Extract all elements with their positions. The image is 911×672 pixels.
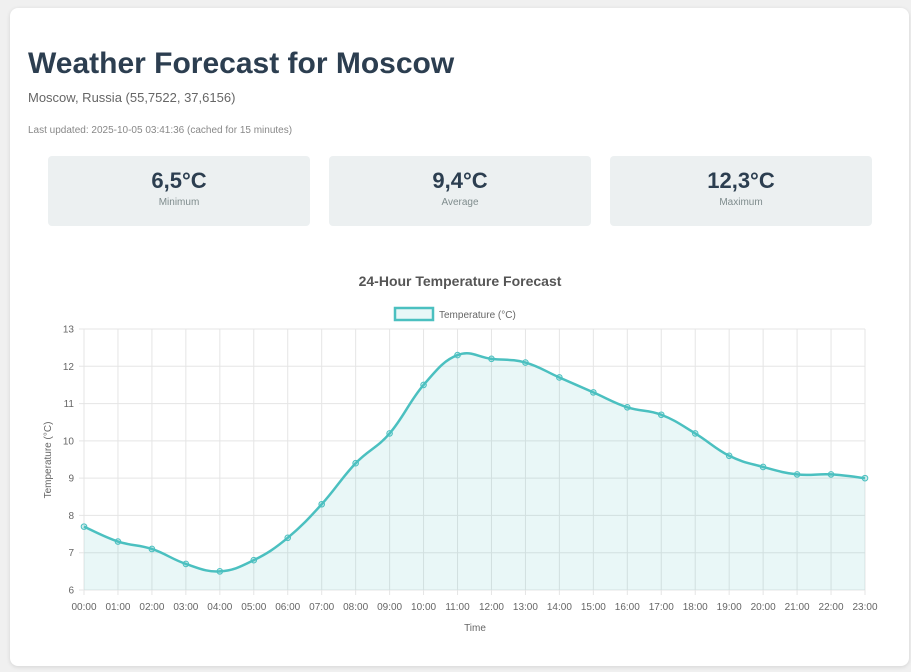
data-point-2000[interactable] [759,463,767,471]
y-axis: 6 7 8 9 10 11 12 13 [63,325,75,597]
data-point-1800[interactable] [691,430,699,437]
x-tick-label: 12:00 [479,602,504,613]
x-tick-label: 21:00 [785,602,810,613]
x-tick-label: 05:00 [241,602,266,613]
x-tick-label: 00:00 [71,602,96,613]
y-tick-label: 6 [68,586,74,597]
x-tick-label: 17:00 [649,602,674,613]
data-point-1700[interactable] [657,411,665,419]
data-point-1000[interactable] [420,381,427,389]
x-tick-label: 03:00 [173,602,198,613]
x-tick-label: 19:00 [717,602,742,613]
data-point-1300[interactable] [522,359,529,366]
data-point-0200[interactable] [148,545,156,553]
x-tick-label: 10:00 [411,602,436,613]
chart-legend[interactable]: Temperature (°C) [393,306,516,322]
x-tick-label: 20:00 [751,602,776,613]
data-point-1900[interactable] [725,452,733,460]
x-tick-label: 04:00 [207,602,232,613]
x-tick-label: 06:00 [275,602,300,613]
temperature-chart: 24-Hour Temperature Forecast Temperature… [43,273,878,634]
chart-title: 24-Hour Temperature Forecast [359,273,562,289]
x-tick-label: 16:00 [615,602,640,613]
y-tick-label: 12 [63,362,75,373]
x-tick-label: 07:00 [309,602,334,613]
data-point-2300[interactable] [861,474,869,482]
x-tick-label: 13:00 [513,602,538,613]
y-tick-label: 9 [68,474,74,485]
x-tick-label: 15:00 [581,602,606,613]
data-point-1600[interactable] [624,404,631,411]
data-point-0300[interactable] [182,560,190,568]
x-tick-label: 22:00 [819,602,844,613]
x-tick-label: 14:00 [547,602,572,613]
data-point-1400[interactable] [556,374,563,381]
y-tick-label: 7 [68,548,74,559]
y-tick-label: 13 [63,325,75,336]
data-point-0700[interactable] [318,500,325,508]
x-tick-label: 11:00 [445,602,470,613]
y-tick-label: 11 [64,399,75,410]
legend-swatch [393,306,435,322]
x-tick-label: 01:00 [105,602,130,613]
data-point-0400[interactable] [216,568,224,575]
data-point-0500[interactable] [250,556,258,564]
x-tick-label: 18:00 [683,602,708,613]
data-point-0000[interactable] [80,523,88,530]
x-tick-label: 02:00 [139,602,164,613]
legend-label: Temperature (°C) [439,310,516,321]
x-tick-label: 09:00 [377,602,402,613]
data-point-0900[interactable] [386,430,393,437]
data-point-1200[interactable] [488,355,495,363]
y-axis-label: Temperature (°C) [43,422,54,499]
x-tick-label: 23:00 [852,602,877,613]
x-axis: 00:00 01:00 02:00 03:00 04:00 05:00 06:00 07:00… [71,602,877,613]
data-point-0600[interactable] [284,534,292,542]
temperature-area [84,353,865,590]
y-tick-label: 8 [68,511,74,522]
data-point-0100[interactable] [114,538,122,545]
data-point-1500[interactable] [590,389,597,396]
data-point-0800[interactable] [352,459,359,467]
y-tick-label: 10 [63,436,75,447]
x-tick-label: 08:00 [343,602,368,613]
x-axis-label: Time [464,623,486,634]
data-point-2200[interactable] [827,471,835,478]
data-point-1100[interactable] [454,351,461,359]
data-point-2100[interactable] [793,471,801,478]
